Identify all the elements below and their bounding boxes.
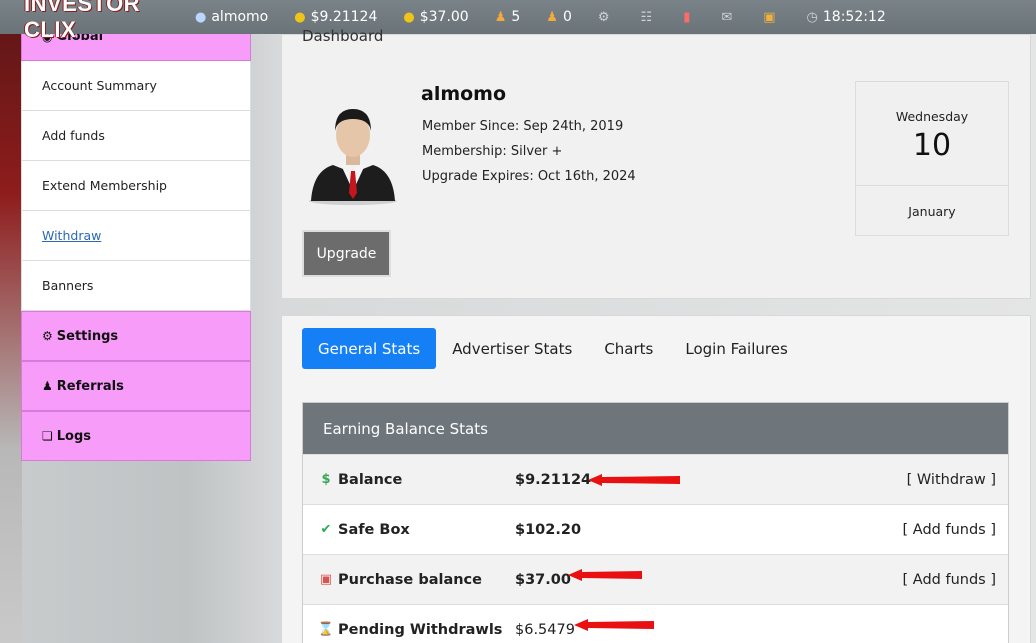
tab-charts[interactable]: Charts	[588, 328, 669, 369]
rented-referrals-icon: ♟	[546, 9, 558, 25]
stats-row-purchase-balance: ▣ Purchase balance $37.00 [ Add funds ]	[303, 554, 1008, 604]
site-logo[interactable]: INVESTOR CLIX	[0, 0, 195, 43]
page-title: Dashboard	[302, 27, 384, 45]
coins-icon: ●	[403, 9, 415, 25]
calendar-weekday: Wednesday	[895, 109, 969, 124]
messages-link[interactable]: ✉	[721, 10, 737, 25]
row-value: $6.5479	[515, 621, 575, 638]
row-value: $37.00	[515, 571, 571, 588]
row-value: $9.21124	[515, 471, 592, 488]
cart-icon: ☷	[640, 9, 653, 25]
alarm-clock-icon: ◷	[806, 9, 818, 25]
member-since: Member Since: Sep 24th, 2019	[422, 119, 624, 134]
earning-balance-stats: Earning Balance Stats $ Balance $9.21124…	[302, 402, 1009, 643]
row-label: Purchase balance	[338, 571, 482, 588]
mail-icon: ✉	[721, 9, 733, 25]
add-funds-link[interactable]: [ Add funds ]	[903, 522, 996, 538]
tab-general-stats[interactable]: General Stats	[302, 328, 437, 369]
stats-link[interactable]: ▮	[683, 10, 695, 25]
gear-icon: ⚙	[597, 9, 610, 25]
topbar-rented-referrals[interactable]: ♟ 0	[546, 9, 572, 25]
sidebar-item-withdraw[interactable]: Withdraw	[21, 211, 251, 261]
tab-login-failures[interactable]: Login Failures	[669, 328, 803, 369]
sidebar-item-extend-membership[interactable]: Extend Membership	[21, 161, 251, 211]
sidebar-item-add-funds[interactable]: Add funds	[21, 111, 251, 161]
tab-advertiser-stats[interactable]: Advertiser Stats	[436, 328, 588, 369]
topbar-username[interactable]: ● almomo	[195, 9, 268, 25]
users-icon: ♟	[42, 379, 53, 393]
sidebar: ◉ Global Account Summary Add funds Exten…	[21, 10, 251, 461]
annotation-arrow	[588, 474, 680, 486]
profile-username: almomo	[421, 83, 507, 105]
user-icon: ●	[195, 9, 207, 25]
calendar-date: Wednesday 10	[856, 82, 1008, 186]
topbar-referrals[interactable]: ♟ 5	[495, 9, 521, 25]
annotation-arrow	[574, 619, 654, 631]
withdraw-link[interactable]: [ Withdraw ]	[907, 472, 996, 488]
calendar-widget: Wednesday 10 January	[855, 81, 1009, 236]
background-band	[0, 0, 22, 643]
coins-icon: ●	[294, 9, 306, 25]
topbar-clock: ◷ 18:52:12	[806, 9, 886, 25]
stats-row-safe-box: ✔ Safe Box $102.20 [ Add funds ]	[303, 504, 1008, 554]
calendar-day: 10	[912, 128, 952, 163]
cart-link[interactable]: ☷	[641, 10, 658, 25]
bar-chart-icon: ▮	[683, 9, 691, 25]
referrals-icon: ♟	[494, 9, 507, 25]
upgrade-button[interactable]: Upgrade	[302, 230, 391, 277]
stats-row-pending-withdrawals: ⌛ Pending Withdrawls $6.5479	[303, 604, 1008, 643]
avatar	[309, 109, 397, 205]
hourglass-icon: ⌛	[317, 622, 335, 637]
lock-link[interactable]: ▣	[763, 10, 780, 25]
copy-icon: ❏	[42, 429, 53, 443]
settings-link[interactable]: ⚙	[598, 10, 615, 25]
sidebar-item-banners[interactable]: Banners	[21, 261, 251, 311]
annotation-arrow	[568, 569, 642, 581]
check-circle-icon: ✔	[320, 522, 332, 537]
row-label: Safe Box	[338, 521, 410, 538]
sidebar-section-referrals[interactable]: ♟ Referrals	[21, 361, 251, 411]
upgrade-expires: Upgrade Expires: Oct 16th, 2024	[422, 169, 636, 184]
dollar-icon: $	[321, 472, 331, 487]
lock-icon: ▣	[763, 9, 776, 25]
add-funds-link[interactable]: [ Add funds ]	[903, 572, 996, 588]
row-label: Balance	[338, 471, 403, 488]
stats-header: Earning Balance Stats	[303, 403, 1008, 454]
top-bar: INVESTOR CLIX ● almomo ● $9.21124 ● $37.…	[0, 0, 1036, 42]
sidebar-section-logs[interactable]: ❏ Logs	[21, 411, 251, 461]
stats-tabs: General Stats Advertiser Stats Charts Lo…	[302, 328, 804, 369]
calendar-month: January	[908, 204, 956, 219]
purchase-icon: ▣	[319, 572, 333, 587]
topbar-balance[interactable]: ● $9.21124	[294, 9, 377, 25]
gears-icon: ⚙	[42, 329, 53, 343]
row-value: $102.20	[515, 521, 582, 538]
sidebar-item-account-summary[interactable]: Account Summary	[21, 61, 251, 111]
row-label: Pending Withdrawls	[338, 621, 503, 638]
topbar-purchase-balance[interactable]: ● $37.00	[403, 9, 468, 25]
membership-level: Membership: Silver +	[422, 144, 563, 159]
sidebar-section-settings[interactable]: ⚙ Settings	[21, 311, 251, 361]
